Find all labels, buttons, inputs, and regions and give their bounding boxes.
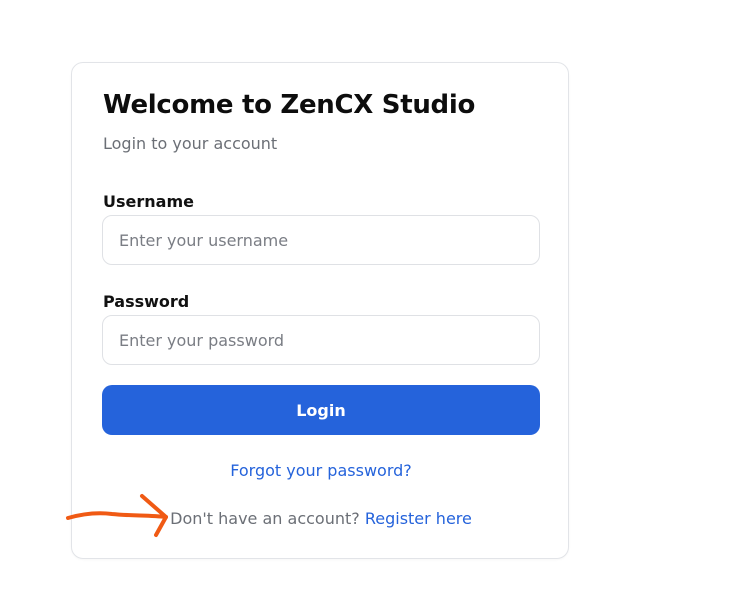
- page-title: Welcome to ZenCX Studio: [103, 90, 476, 120]
- page-subtitle: Login to your account: [103, 134, 278, 153]
- login-card: Welcome to ZenCX Studio Login to your ac…: [71, 62, 569, 559]
- arrow-right-icon: [66, 494, 168, 537]
- username-input[interactable]: [102, 215, 540, 265]
- username-label: Username: [103, 192, 194, 211]
- login-button[interactable]: Login: [102, 385, 540, 435]
- no-account-text: Don't have an account?: [170, 509, 360, 528]
- forgot-password-link[interactable]: Forgot your password?: [72, 461, 570, 480]
- page: Welcome to ZenCX Studio Login to your ac…: [0, 0, 747, 607]
- password-label: Password: [103, 292, 190, 311]
- password-input[interactable]: [102, 315, 540, 365]
- arrow-shaft: [66, 511, 168, 520]
- register-link[interactable]: Register here: [365, 509, 472, 528]
